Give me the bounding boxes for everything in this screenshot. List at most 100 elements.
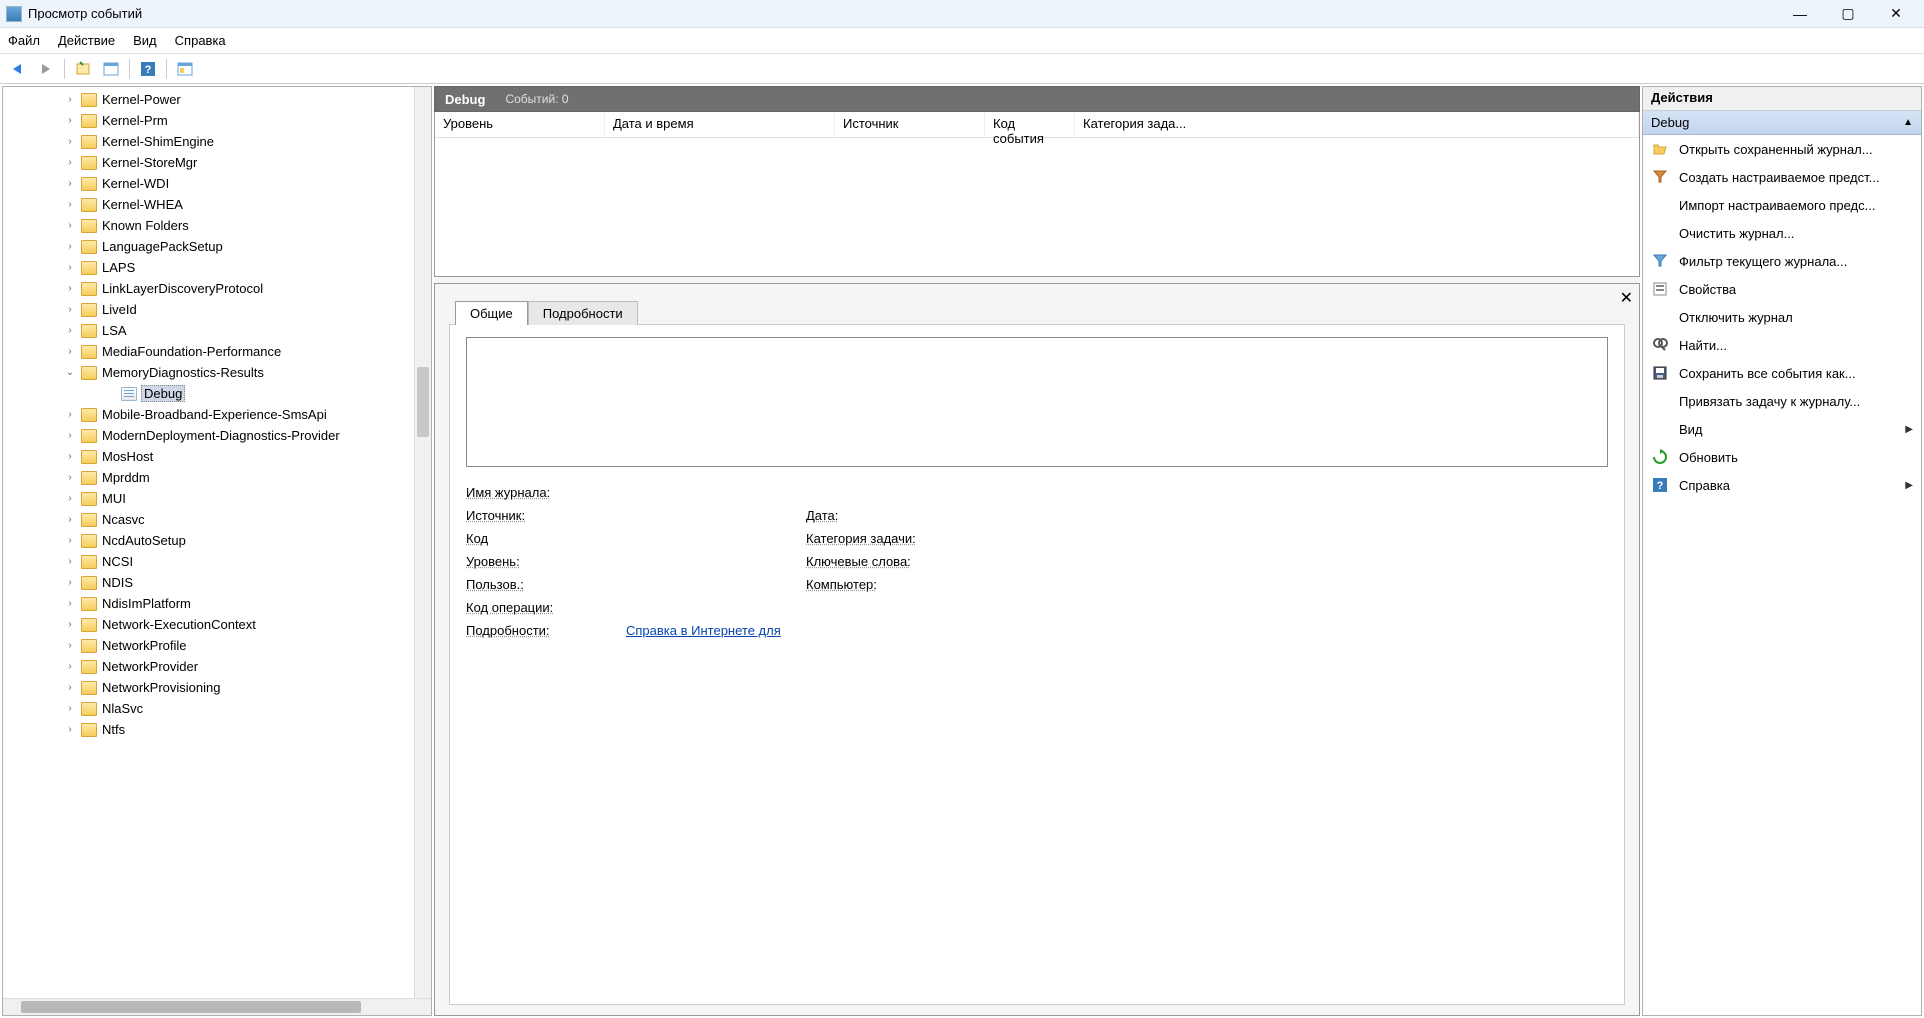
tree-item[interactable]: ›NdisImPlatform <box>3 593 431 614</box>
column-task[interactable]: Категория зада... <box>1075 112 1639 137</box>
action-item[interactable]: Обновить <box>1643 443 1921 471</box>
expand-icon[interactable]: › <box>63 136 77 147</box>
expand-icon[interactable]: › <box>63 430 77 441</box>
maximize-button[interactable]: ▢ <box>1834 4 1862 24</box>
preview-button[interactable] <box>173 57 197 81</box>
tree-item[interactable]: ›Network-ExecutionContext <box>3 614 431 635</box>
event-list[interactable]: Уровень Дата и время Источник Код событи… <box>434 112 1640 277</box>
tree-item[interactable]: ›Kernel-Prm <box>3 110 431 131</box>
tab-details[interactable]: Подробности <box>528 301 638 325</box>
tree-item[interactable]: ›Mprddm <box>3 467 431 488</box>
tree-item[interactable]: ›Kernel-StoreMgr <box>3 152 431 173</box>
expand-icon[interactable]: › <box>63 577 77 588</box>
menu-view[interactable]: Вид <box>133 33 157 48</box>
tree-item[interactable]: Debug <box>3 383 431 404</box>
expand-icon[interactable]: › <box>63 451 77 462</box>
action-item[interactable]: Очистить журнал... <box>1643 219 1921 247</box>
action-item[interactable]: Фильтр текущего журнала... <box>1643 247 1921 275</box>
expand-icon[interactable]: › <box>63 94 77 105</box>
tab-general[interactable]: Общие <box>455 301 528 325</box>
expand-icon[interactable]: › <box>63 346 77 357</box>
expand-icon[interactable]: › <box>63 304 77 315</box>
actions-group-header[interactable]: Debug ▲ <box>1643 111 1921 135</box>
help-button[interactable]: ? <box>136 57 160 81</box>
tree-item[interactable]: ›ModernDeployment-Diagnostics-Provider <box>3 425 431 446</box>
action-item[interactable]: Вид▶ <box>1643 415 1921 443</box>
tree-item[interactable]: ›LSA <box>3 320 431 341</box>
tree-horizontal-scrollbar[interactable] <box>3 998 431 1015</box>
expand-icon[interactable]: › <box>63 178 77 189</box>
tree-vertical-scrollbar[interactable] <box>414 87 431 998</box>
tree-item[interactable]: ›LiveId <box>3 299 431 320</box>
action-item[interactable]: Привязать задачу к журналу... <box>1643 387 1921 415</box>
expand-icon[interactable]: › <box>63 535 77 546</box>
tree-item[interactable]: ›NlaSvc <box>3 698 431 719</box>
expand-icon[interactable]: › <box>63 115 77 126</box>
expand-icon[interactable]: › <box>63 640 77 651</box>
online-help-link[interactable]: Справка в Интернете для <box>626 623 781 638</box>
action-item[interactable]: Импорт настраиваемого предс... <box>1643 191 1921 219</box>
action-item[interactable]: Свойства <box>1643 275 1921 303</box>
expand-icon[interactable]: › <box>63 682 77 693</box>
expand-icon[interactable]: › <box>63 493 77 504</box>
tree-item[interactable]: ›NCSI <box>3 551 431 572</box>
expand-icon[interactable]: › <box>63 472 77 483</box>
tree-item[interactable]: ›Known Folders <box>3 215 431 236</box>
tree-item[interactable]: ›NetworkProvider <box>3 656 431 677</box>
tree-item[interactable]: ›MediaFoundation-Performance <box>3 341 431 362</box>
tree-item[interactable]: ›NetworkProvisioning <box>3 677 431 698</box>
tree-item[interactable]: ›MosHost <box>3 446 431 467</box>
tree-item[interactable]: ›Kernel-ShimEngine <box>3 131 431 152</box>
expand-icon[interactable]: › <box>63 241 77 252</box>
column-level[interactable]: Уровень <box>435 112 605 137</box>
action-item[interactable]: Сохранить все события как... <box>1643 359 1921 387</box>
tree-item[interactable]: ›Kernel-WHEA <box>3 194 431 215</box>
expand-icon[interactable]: › <box>63 409 77 420</box>
tree-item[interactable]: ›NDIS <box>3 572 431 593</box>
tree-item[interactable]: ›NcdAutoSetup <box>3 530 431 551</box>
column-code[interactable]: Код события <box>985 112 1075 137</box>
action-item[interactable]: Создать настраиваемое предст... <box>1643 163 1921 191</box>
expand-icon[interactable]: › <box>63 199 77 210</box>
show-tree-button[interactable] <box>71 57 95 81</box>
expand-icon[interactable]: › <box>63 157 77 168</box>
menu-file[interactable]: Файл <box>8 33 40 48</box>
expand-icon[interactable]: › <box>63 661 77 672</box>
action-item[interactable]: Найти... <box>1643 331 1921 359</box>
column-source[interactable]: Источник <box>835 112 985 137</box>
minimize-button[interactable]: — <box>1786 4 1814 24</box>
tree-item[interactable]: ⌄MemoryDiagnostics-Results <box>3 362 431 383</box>
tree-item[interactable]: ›LAPS <box>3 257 431 278</box>
action-item[interactable]: Отключить журнал <box>1643 303 1921 331</box>
tree-item[interactable]: ›LinkLayerDiscoveryProtocol <box>3 278 431 299</box>
expand-icon[interactable]: › <box>63 724 77 735</box>
tree-item[interactable]: ›Kernel-Power <box>3 89 431 110</box>
action-item[interactable]: Открыть сохраненный журнал... <box>1643 135 1921 163</box>
tree-item[interactable]: ›Ncasvc <box>3 509 431 530</box>
tree-item[interactable]: ›MUI <box>3 488 431 509</box>
expand-icon[interactable]: ⌄ <box>63 367 77 378</box>
expand-icon[interactable]: › <box>63 283 77 294</box>
close-button[interactable]: ✕ <box>1882 4 1910 24</box>
properties-button[interactable] <box>99 57 123 81</box>
column-date[interactable]: Дата и время <box>605 112 835 137</box>
expand-icon[interactable]: › <box>63 703 77 714</box>
expand-icon[interactable]: › <box>63 262 77 273</box>
tree-item[interactable]: ›Kernel-WDI <box>3 173 431 194</box>
tree-item[interactable]: ›Mobile-Broadband-Experience-SmsApi <box>3 404 431 425</box>
tree-item[interactable]: ›LanguagePackSetup <box>3 236 431 257</box>
tree-item[interactable]: ›NetworkProfile <box>3 635 431 656</box>
back-button[interactable] <box>6 57 30 81</box>
expand-icon[interactable]: › <box>63 325 77 336</box>
forward-button[interactable] <box>34 57 58 81</box>
expand-icon[interactable]: › <box>63 220 77 231</box>
scrollbar-thumb[interactable] <box>21 1001 361 1013</box>
expand-icon[interactable]: › <box>63 514 77 525</box>
action-item[interactable]: ?Справка▶ <box>1643 471 1921 499</box>
menu-action[interactable]: Действие <box>58 33 115 48</box>
scrollbar-thumb[interactable] <box>417 367 429 437</box>
expand-icon[interactable]: › <box>63 598 77 609</box>
detail-close-button[interactable]: ✕ <box>1620 288 1633 308</box>
tree-item[interactable]: ›Ntfs <box>3 719 431 740</box>
menu-help[interactable]: Справка <box>175 33 226 48</box>
